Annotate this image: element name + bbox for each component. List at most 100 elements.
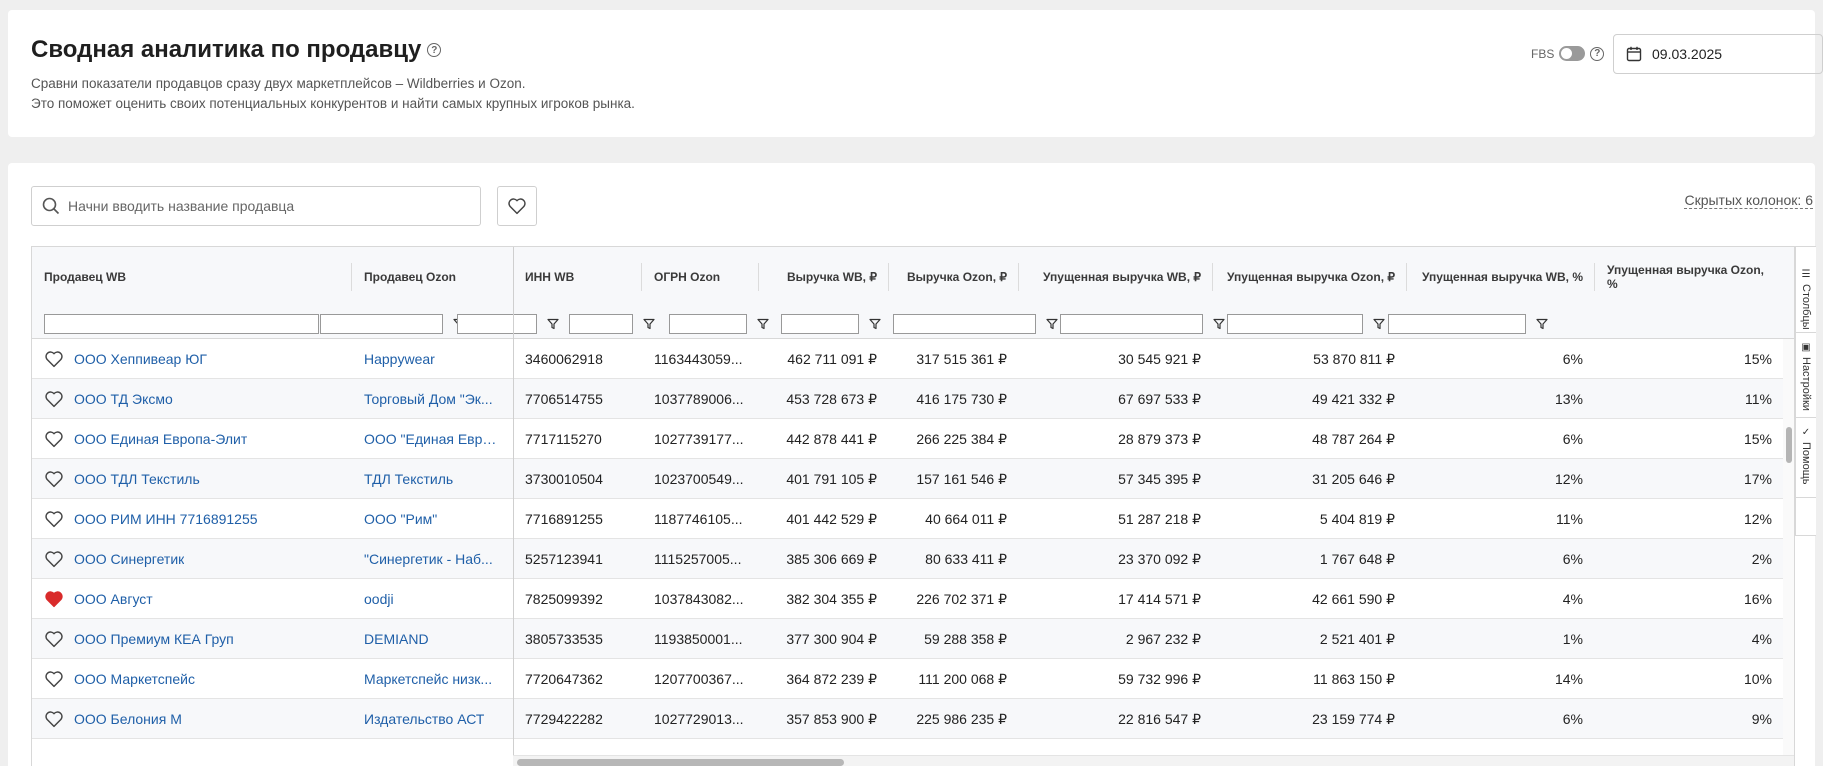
heart-icon[interactable] bbox=[44, 550, 64, 568]
filter-icon[interactable] bbox=[1213, 318, 1225, 330]
column-filter-input[interactable] bbox=[320, 314, 443, 334]
table-row[interactable]: ООО Синергетик "Синергетик - Наб... 525712… bbox=[32, 539, 1794, 579]
seller-ozon-link[interactable]: "Синергетик - Наб... bbox=[364, 551, 493, 567]
table-cell: 40 664 011 ₽ bbox=[889, 499, 1019, 539]
favorites-filter-button[interactable] bbox=[497, 186, 537, 226]
date-value: 09.03.2025 bbox=[1652, 46, 1723, 62]
search-input[interactable] bbox=[68, 198, 448, 214]
table-row[interactable]: ООО ТДЛ Текстиль ТДЛ Текстиль 3730010504 10… bbox=[32, 459, 1794, 499]
seller-ozon-link[interactable]: DEMIAND bbox=[364, 631, 429, 647]
pinned-columns-divider bbox=[513, 247, 514, 766]
column-filter-input[interactable] bbox=[457, 314, 537, 334]
heart-icon[interactable] bbox=[44, 470, 64, 488]
column-header[interactable]: Упущенная выручка Ozon, % bbox=[1595, 247, 1784, 307]
table-row[interactable]: ООО Хеппивеар ЮГ Happywear 3460062918 11634… bbox=[32, 339, 1794, 379]
lost-revenue-wb: 30 545 921 ₽ bbox=[1118, 350, 1201, 367]
column-header[interactable]: Упущенная выручка Ozon, ₽ bbox=[1213, 247, 1407, 307]
table-row[interactable]: ООО Единая Европа-Элит ООО "Единая Евро..… bbox=[32, 419, 1794, 459]
heart-icon[interactable] bbox=[44, 590, 64, 608]
heart-icon[interactable] bbox=[44, 670, 64, 688]
lost-revenue-ozon-pct: 4% bbox=[1751, 631, 1772, 647]
heart-icon[interactable] bbox=[44, 630, 64, 648]
table-cell: 266 225 384 ₽ bbox=[889, 419, 1019, 459]
column-header[interactable]: Выручка WB, ₽ bbox=[759, 247, 889, 307]
seller-ozon-link[interactable]: Happywear bbox=[364, 351, 435, 367]
column-filter-input[interactable] bbox=[1227, 314, 1363, 334]
filter-icon[interactable] bbox=[643, 318, 655, 330]
seller-ozon-link[interactable]: ООО "Рим" bbox=[364, 511, 437, 527]
column-filter-input[interactable] bbox=[569, 314, 633, 334]
seller-wb-link[interactable]: ООО Премиум КЕА Груп bbox=[74, 631, 234, 647]
table-row[interactable]: ООО РИМ ИНН 7716891255 ООО "Рим" 771689125… bbox=[32, 499, 1794, 539]
table-cell: 1027729013... bbox=[642, 699, 759, 739]
filter-icon[interactable] bbox=[757, 318, 769, 330]
column-filter-input[interactable] bbox=[781, 314, 859, 334]
fbs-toggle[interactable] bbox=[1559, 46, 1586, 61]
seller-ozon-link[interactable]: Издательство АСТ bbox=[364, 711, 484, 727]
table-cell: 1% bbox=[1407, 619, 1595, 659]
scroll-thumb[interactable] bbox=[517, 759, 844, 766]
vertical-scrollbar[interactable] bbox=[1783, 339, 1794, 755]
table-row[interactable]: ООО ТД Эксмо Торговый Дом "Эк... 770651475… bbox=[32, 379, 1794, 419]
table-cell: 6% bbox=[1407, 539, 1595, 579]
heart-icon[interactable] bbox=[44, 510, 64, 528]
help-icon[interactable]: ? bbox=[427, 43, 442, 57]
inn-wb: 5257123941 bbox=[525, 551, 603, 567]
heart-icon[interactable] bbox=[44, 430, 64, 448]
filter-icon[interactable] bbox=[869, 318, 881, 330]
seller-wb-link[interactable]: ООО Маркетспейс bbox=[74, 671, 195, 687]
seller-wb-link[interactable]: ООО ТДЛ Текстиль bbox=[74, 471, 200, 487]
column-header[interactable]: ОГРН Ozon bbox=[642, 247, 759, 307]
filter-icon[interactable] bbox=[1536, 318, 1548, 330]
seller-ozon-link[interactable]: ТДЛ Текстиль bbox=[364, 471, 453, 487]
tab-help[interactable]: ✓ Помощь bbox=[1796, 427, 1816, 485]
filter-icon[interactable] bbox=[547, 318, 559, 330]
seller-search bbox=[31, 186, 481, 226]
column-header[interactable]: ИНН WB bbox=[513, 247, 642, 307]
column-header[interactable]: Упущенная выручка WB, % bbox=[1407, 247, 1595, 307]
column-filter-input[interactable] bbox=[893, 314, 1036, 334]
seller-wb-link[interactable]: ООО Белония М bbox=[74, 711, 182, 727]
seller-wb-link[interactable]: ООО Август bbox=[74, 591, 153, 607]
seller-wb-link[interactable]: ООО РИМ ИНН 7716891255 bbox=[74, 511, 258, 527]
column-header[interactable]: Выручка Ozon, ₽ bbox=[889, 247, 1019, 307]
table-row[interactable]: ООО Маркетспейс Маркетспейс низк... 772064… bbox=[32, 659, 1794, 699]
filter-icon[interactable] bbox=[1373, 318, 1385, 330]
table-row[interactable]: ООО Белония М Издательство АСТ 7729422282 1… bbox=[32, 699, 1794, 739]
column-filter-input[interactable] bbox=[1388, 314, 1526, 334]
filter-icon[interactable] bbox=[1046, 318, 1058, 330]
table-cell: 28 879 373 ₽ bbox=[1019, 419, 1213, 459]
column-header[interactable]: Продавец Ozon bbox=[352, 247, 512, 307]
settings-icon: ▣ bbox=[1801, 342, 1811, 353]
table-cell: 5 404 819 ₽ bbox=[1213, 499, 1407, 539]
hidden-columns-link[interactable]: Скрытых колонок: 6 bbox=[1684, 192, 1813, 209]
scroll-thumb[interactable] bbox=[1786, 427, 1792, 463]
table-row[interactable]: ООО Август oodji 7825099392 1037843082... 38… bbox=[32, 579, 1794, 619]
seller-wb-link[interactable]: ООО Единая Европа-Элит bbox=[74, 431, 247, 447]
column-filter-input[interactable] bbox=[44, 314, 319, 334]
heart-icon[interactable] bbox=[44, 390, 64, 408]
seller-ozon-link[interactable]: oodji bbox=[364, 591, 394, 607]
date-picker[interactable]: 09.03.2025 bbox=[1613, 34, 1823, 74]
lost-revenue-ozon: 48 787 264 ₽ bbox=[1312, 430, 1395, 447]
seller-ozon-link[interactable]: ООО "Единая Евро... bbox=[364, 431, 500, 447]
tab-settings[interactable]: ▣ Настройки bbox=[1796, 342, 1816, 411]
heart-icon[interactable] bbox=[44, 710, 64, 728]
seller-wb-link[interactable]: ООО Хеппивеар ЮГ bbox=[74, 351, 207, 367]
column-header[interactable]: Продавец WB bbox=[32, 247, 352, 307]
fbs-help-icon[interactable]: ? bbox=[1590, 46, 1605, 61]
seller-ozon-link[interactable]: Торговый Дом "Эк... bbox=[364, 391, 493, 407]
tab-columns[interactable]: ☰ Столбцы bbox=[1796, 269, 1816, 330]
revenue-ozon: 226 702 371 ₽ bbox=[916, 590, 1007, 607]
table-cell: 462 711 091 ₽ bbox=[759, 339, 889, 379]
seller-wb-link[interactable]: ООО Синергетик bbox=[74, 551, 184, 567]
table-row[interactable]: ООО Премиум КЕА Груп DEMIAND 3805733535 119… bbox=[32, 619, 1794, 659]
column-filter-input[interactable] bbox=[1060, 314, 1203, 334]
seller-ozon-link[interactable]: Маркетспейс низк... bbox=[364, 671, 492, 687]
horizontal-scrollbar[interactable] bbox=[513, 755, 1794, 766]
column-filter-input[interactable] bbox=[669, 314, 747, 334]
lost-revenue-ozon: 1 767 648 ₽ bbox=[1319, 550, 1395, 567]
heart-icon[interactable] bbox=[44, 350, 64, 368]
seller-wb-link[interactable]: ООО ТД Эксмо bbox=[74, 391, 173, 407]
column-header[interactable]: Упущенная выручка WB, ₽ bbox=[1019, 247, 1213, 307]
